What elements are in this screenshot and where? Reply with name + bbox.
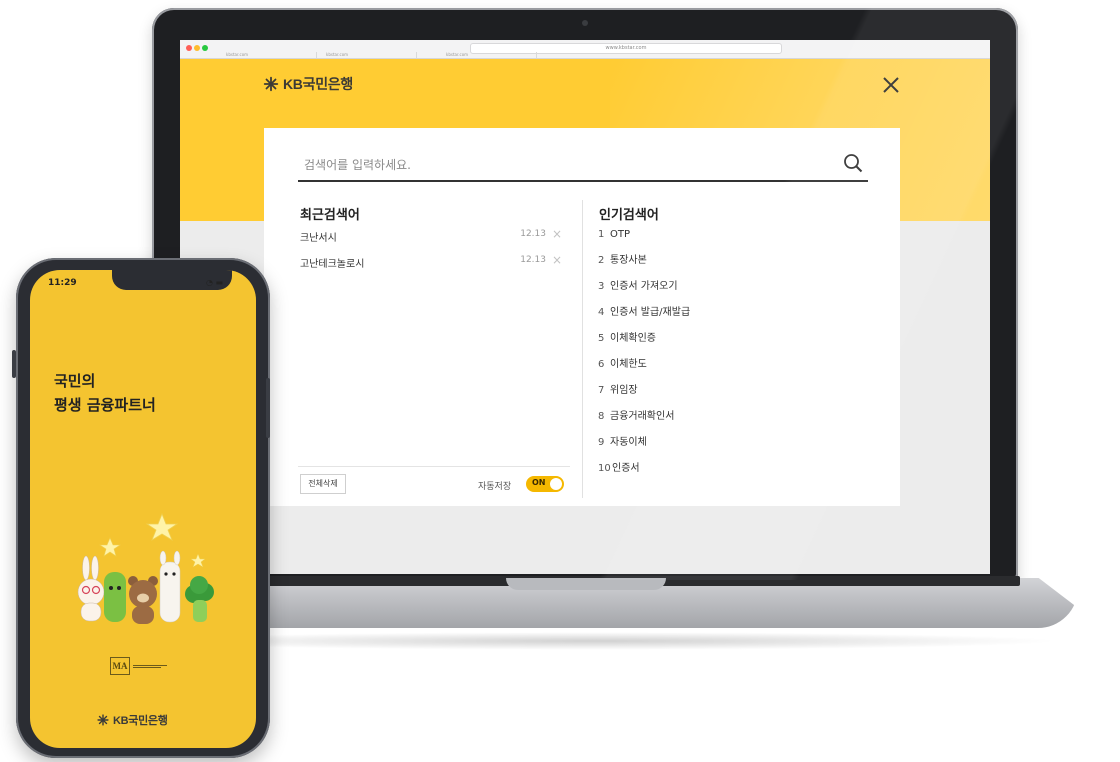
popular-search-item[interactable]: 5 이체확인증 bbox=[598, 331, 656, 347]
autosave-label: 자동저장 bbox=[478, 482, 512, 492]
phone-volume-button bbox=[12, 350, 16, 378]
alpaca-eye bbox=[172, 572, 176, 576]
broccoli-stem bbox=[193, 600, 207, 622]
autosave-toggle[interactable]: ON bbox=[526, 476, 564, 492]
kb-logo-text: KB국민은행 bbox=[283, 76, 353, 92]
popular-rank: 7 bbox=[598, 385, 605, 396]
popular-keyword[interactable]: 이체확인증 bbox=[610, 333, 656, 344]
bunny-body bbox=[80, 602, 102, 622]
popular-keyword[interactable]: OTP bbox=[610, 229, 630, 240]
popular-keyword[interactable]: 위임장 bbox=[610, 385, 638, 396]
search-field bbox=[298, 148, 868, 182]
bunny-head bbox=[77, 578, 105, 606]
laptop-notch bbox=[506, 578, 666, 590]
kb-logo[interactable]: KB국민은행 bbox=[262, 74, 353, 94]
popular-rank: 6 bbox=[598, 359, 605, 370]
popular-rank: 10 bbox=[598, 463, 611, 474]
alpaca-eye bbox=[164, 572, 168, 576]
search-input[interactable] bbox=[302, 154, 826, 176]
popular-search-item[interactable]: 1 OTP bbox=[598, 227, 630, 243]
recent-date: 12.13 bbox=[520, 255, 546, 265]
ma-mark: MA bbox=[110, 657, 130, 675]
recent-search-title: 최근검색어 bbox=[300, 208, 360, 223]
phone-kb-logo-text: KB국민은행 bbox=[113, 715, 168, 727]
close-icon[interactable] bbox=[880, 74, 902, 96]
ma-caption-lines bbox=[133, 664, 167, 669]
phone-power-button bbox=[266, 378, 270, 438]
recent-search-item[interactable]: 크난서시 12.13 × bbox=[300, 227, 566, 245]
minimize-window-icon[interactable] bbox=[194, 45, 200, 51]
popular-rank: 5 bbox=[598, 333, 605, 344]
close-window-icon[interactable] bbox=[186, 45, 192, 51]
popular-search-item[interactable]: 10인증서 bbox=[598, 461, 640, 477]
popular-keyword[interactable]: 금융거래확인서 bbox=[610, 411, 674, 422]
mascot-illustration bbox=[77, 512, 214, 624]
popular-keyword[interactable]: 이체한도 bbox=[610, 359, 647, 370]
recent-footer-divider bbox=[298, 466, 570, 467]
star-shape bbox=[99, 537, 121, 557]
popular-search-item[interactable]: 3 인증서 가져오기 bbox=[598, 279, 678, 295]
kb-star-icon bbox=[97, 714, 109, 726]
popular-keyword[interactable]: 인증서 bbox=[612, 463, 640, 474]
popular-search-item[interactable]: 8 금융거래확인서 bbox=[598, 409, 674, 425]
tagline-line1: 국민의 bbox=[54, 372, 96, 390]
popular-search-item[interactable]: 6 이체한도 bbox=[598, 357, 647, 373]
bear-muzzle bbox=[137, 593, 149, 603]
phone-kb-logo: KB국민은행 bbox=[96, 712, 168, 728]
popular-search-item[interactable]: 7 위임장 bbox=[598, 383, 638, 399]
popular-search-item[interactable]: 9 자동이체 bbox=[598, 435, 647, 451]
recent-date: 12.13 bbox=[520, 229, 546, 239]
search-icon[interactable] bbox=[842, 152, 864, 174]
popular-keyword[interactable]: 인증서 가져오기 bbox=[610, 281, 678, 292]
status-time: 11:29 bbox=[48, 278, 77, 288]
recent-keyword[interactable]: 크난서시 bbox=[300, 229, 337, 244]
popular-rank: 2 bbox=[598, 255, 605, 266]
recent-search-item[interactable]: 고난테크놀로시 12.13 × bbox=[300, 253, 566, 271]
popular-keyword[interactable]: 통장사본 bbox=[610, 255, 647, 266]
alpaca-ear bbox=[173, 550, 181, 566]
toggle-state-label: ON bbox=[532, 478, 546, 487]
popular-search-title: 인기검색어 bbox=[599, 208, 659, 223]
green-character bbox=[104, 572, 126, 622]
laptop-camera bbox=[582, 20, 588, 26]
browser-tab[interactable]: kbstar.com bbox=[220, 52, 317, 58]
star-shape bbox=[145, 512, 179, 541]
green-eye bbox=[117, 586, 121, 590]
popular-rank: 8 bbox=[598, 411, 605, 422]
bunny-ear bbox=[82, 555, 90, 581]
popular-search-item[interactable]: 4 인증서 발급/재발급 bbox=[598, 305, 690, 321]
popular-search-item[interactable]: 2 통장사본 bbox=[598, 253, 647, 269]
popular-keyword[interactable]: 자동이체 bbox=[610, 437, 647, 448]
ma-logo: MA bbox=[110, 656, 167, 676]
alpaca-neck bbox=[159, 561, 181, 623]
popular-keyword[interactable]: 인증서 발급/재발급 bbox=[610, 307, 690, 318]
toggle-knob bbox=[550, 478, 562, 490]
status-icons: ◔ ▬ bbox=[206, 278, 224, 287]
laptop-screen: www.kbstar.com kbstar.com kbstar.com kbs… bbox=[180, 40, 990, 574]
browser-tab[interactable]: kbstar.com bbox=[440, 52, 537, 58]
browser-tab[interactable]: kbstar.com bbox=[320, 52, 417, 58]
delete-all-button[interactable]: 전체삭제 bbox=[300, 474, 346, 494]
star-shape bbox=[190, 553, 206, 568]
popular-rank: 9 bbox=[598, 437, 605, 448]
delete-item-icon[interactable]: × bbox=[552, 227, 562, 241]
popular-rank: 4 bbox=[598, 307, 605, 318]
recent-keyword[interactable]: 고난테크놀로시 bbox=[300, 255, 364, 270]
maximize-window-icon[interactable] bbox=[202, 45, 208, 51]
green-eye bbox=[109, 586, 113, 590]
kb-star-icon bbox=[263, 76, 279, 92]
search-panel: 최근검색어 인기검색어 크난서시 12.13 × 고난테크놀로시 12.13 ×… bbox=[264, 128, 900, 506]
popular-rank: 3 bbox=[598, 281, 605, 292]
bunny-ear bbox=[91, 555, 99, 581]
broccoli-top bbox=[190, 576, 208, 594]
popular-rank: 1 bbox=[598, 229, 605, 240]
phone-screen: 11:29 ◔ ▬ 국민의 평생 금융파트너 MA KB국민은행 bbox=[30, 270, 256, 748]
alpaca-ear bbox=[159, 550, 167, 566]
column-divider bbox=[582, 200, 583, 498]
bear-body bbox=[132, 606, 154, 624]
tagline-line2: 평생 금융파트너 bbox=[54, 396, 156, 414]
delete-item-icon[interactable]: × bbox=[552, 253, 562, 267]
